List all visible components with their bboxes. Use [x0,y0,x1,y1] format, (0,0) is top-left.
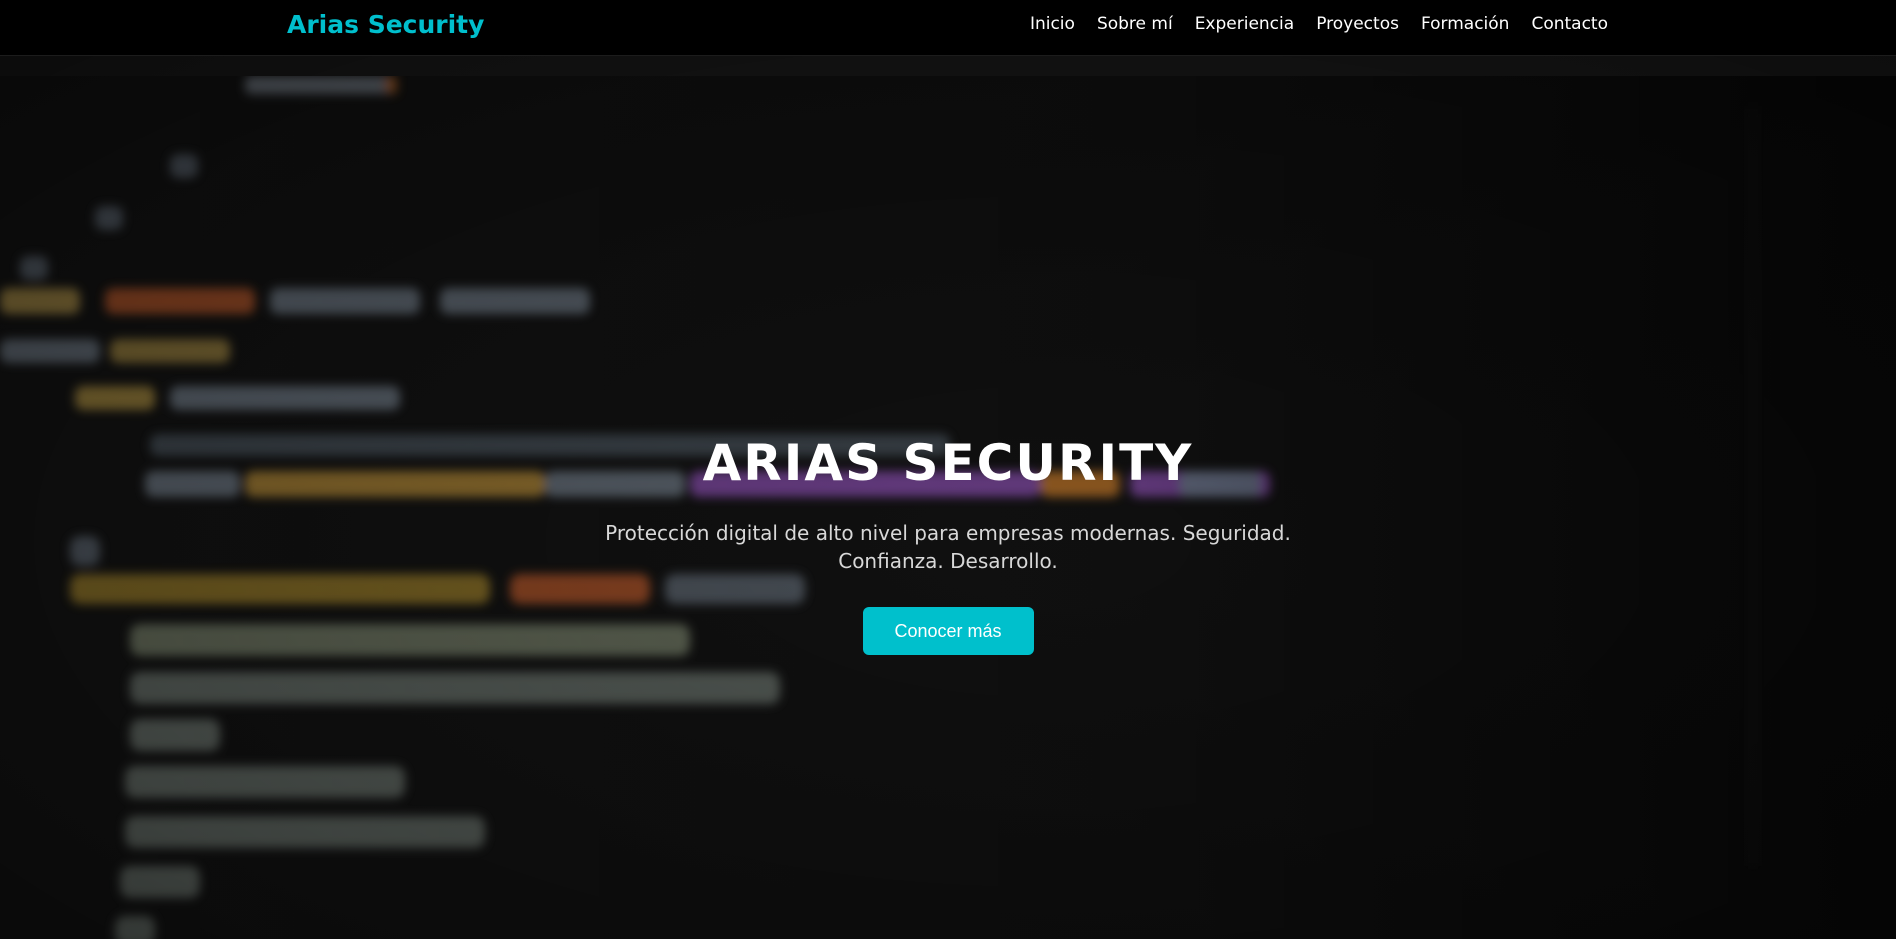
hero-subtitle: Protección digital de alto nivel para em… [605,521,1291,573]
nav-link-inicio[interactable]: Inicio [1030,14,1075,34]
hero-section: ARIAS SECURITY Protección digital de alt… [0,56,1896,939]
conocer-mas-button[interactable]: Conocer más [862,607,1034,655]
nav-link-formacion[interactable]: Formación [1421,14,1510,34]
nav-link-sobre-mi[interactable]: Sobre mí [1097,14,1173,34]
hero-content: ARIAS SECURITY Protección digital de alt… [448,436,1448,655]
nav-link-contacto[interactable]: Contacto [1531,14,1608,34]
nav-link-proyectos[interactable]: Proyectos [1316,14,1399,34]
brand-logo-link[interactable]: Arias Security [287,10,484,39]
nav-link-experiencia[interactable]: Experiencia [1195,14,1295,34]
nav-links: Inicio Sobre mí Experiencia Proyectos Fo… [1030,14,1608,34]
hero-title: ARIAS SECURITY [702,434,1194,492]
top-navbar: Arias Security Inicio Sobre mí Experienc… [0,0,1896,56]
